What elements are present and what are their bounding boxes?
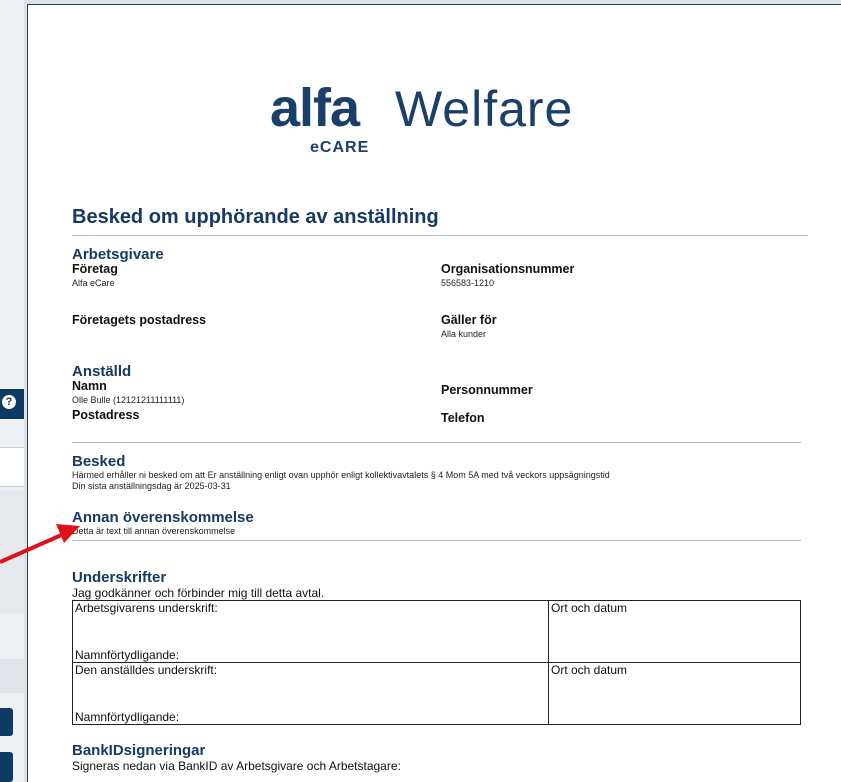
annotation-arrow-icon [0, 524, 80, 564]
